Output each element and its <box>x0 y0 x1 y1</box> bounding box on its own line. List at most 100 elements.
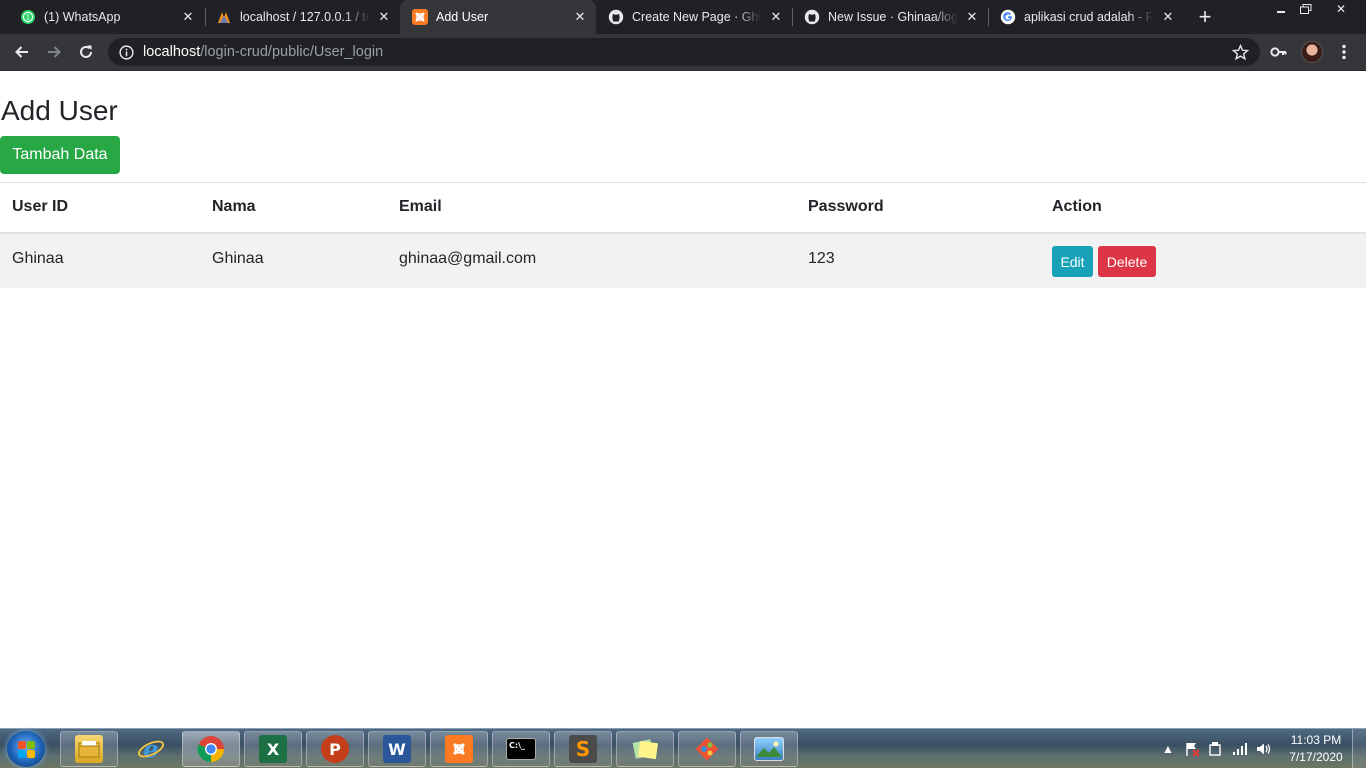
windows-logo-green <box>27 741 35 749</box>
network-signal-icon[interactable] <box>1232 729 1250 768</box>
passwords-key-icon[interactable] <box>1266 39 1292 65</box>
system-clock[interactable]: 11:03 PM 7/17/2020 <box>1285 732 1347 766</box>
column-header-email: Email <box>387 182 796 234</box>
column-header-nama: Nama <box>200 182 387 234</box>
file-explorer-icon <box>75 735 103 763</box>
edit-button[interactable]: Edit <box>1052 246 1093 277</box>
cell-email: ghinaa@gmail.com <box>387 232 796 288</box>
chrome-icon <box>197 735 225 763</box>
device-icon[interactable] <box>1208 729 1224 768</box>
reload-icon[interactable] <box>73 39 99 65</box>
windows-logo-yellow <box>27 750 35 758</box>
close-tab-icon[interactable]: ✕ <box>964 9 980 25</box>
word-icon: W <box>383 735 411 763</box>
users-table: User ID Nama Email Password Action Ghina… <box>0 182 1366 288</box>
address-bar[interactable]: localhost/login-crud/public/User_login <box>108 38 1260 66</box>
taskbar-photo-viewer[interactable] <box>740 731 798 767</box>
taskbar-powerpoint[interactable]: P <box>306 731 364 767</box>
taskbar-internet-explorer[interactable]: e <box>122 731 180 767</box>
taskbar-file-explorer[interactable] <box>60 731 118 767</box>
close-tab-icon[interactable]: ✕ <box>1160 9 1176 25</box>
column-header-user-id: User ID <box>0 182 200 234</box>
windows-logo-red <box>18 741 26 749</box>
close-tab-icon[interactable]: ✕ <box>572 9 588 25</box>
minimize-window-icon[interactable] <box>1270 0 1292 18</box>
action-center-flag-icon[interactable] <box>1184 729 1202 768</box>
taskbar-excel[interactable]: X <box>244 731 302 767</box>
forward-icon[interactable] <box>41 39 67 65</box>
page-title: Add User <box>1 95 118 126</box>
tab-title: (1) WhatsApp <box>44 10 121 24</box>
xampp-icon <box>445 735 473 763</box>
sublime-text-icon: S <box>569 735 597 763</box>
photo-viewer-icon <box>754 737 784 761</box>
new-tab-button[interactable]: + <box>1191 4 1219 30</box>
close-tab-icon[interactable]: ✕ <box>768 9 784 25</box>
column-header-password: Password <box>796 182 1040 234</box>
restore-window-icon[interactable] <box>1294 0 1318 18</box>
cell-user-id: Ghinaa <box>0 232 200 288</box>
whatsapp-icon: 1 <box>20 9 36 25</box>
show-desktop-button[interactable] <box>1352 729 1366 768</box>
github-icon <box>608 9 624 25</box>
taskbar-word[interactable]: W <box>368 731 426 767</box>
taskbar-chrome[interactable] <box>182 731 240 767</box>
tab-google-search[interactable]: aplikasi crud adalah - Pe ✕ <box>988 0 1184 34</box>
svg-text:e: e <box>143 734 158 763</box>
screen: 1 (1) WhatsApp ✕ localhost / 127.0.0.1 /… <box>0 0 1366 768</box>
menu-dots-icon[interactable] <box>1331 39 1357 65</box>
powerpoint-icon: P <box>321 735 349 763</box>
tab-new-issue[interactable]: New Issue · Ghinaa/login ✕ <box>792 0 988 34</box>
cell-actions: Edit Delete <box>1040 232 1366 288</box>
tab-phpmyadmin[interactable]: localhost / 127.0.0.1 / tel ✕ <box>204 0 400 34</box>
tab-add-user[interactable]: Add User ✕ <box>400 0 596 34</box>
browser-toolbar: localhost/login-crud/public/User_login <box>0 34 1366 71</box>
windows-logo-blue <box>18 750 26 758</box>
close-tab-icon[interactable]: ✕ <box>376 9 392 25</box>
column-header-action: Action <box>1040 182 1366 234</box>
url-host: localhost <box>143 44 201 60</box>
tab-title: Create New Page · Ghina <box>632 10 762 24</box>
internet-explorer-icon: e <box>137 734 165 763</box>
taskbar-sticky-notes[interactable] <box>616 731 674 767</box>
table-header-row: User ID Nama Email Password Action <box>0 182 1366 234</box>
tab-strip: 1 (1) WhatsApp ✕ localhost / 127.0.0.1 /… <box>0 0 1366 34</box>
cmd-icon: C:\_ <box>506 738 536 760</box>
taskbar-sublime-text[interactable]: S <box>554 731 612 767</box>
taskbar: e X P W C:\_ S ▲ 11:03 PM 7/17/2020 <box>0 728 1366 768</box>
add-data-button[interactable]: Tambah Data <box>0 136 120 174</box>
tab-whatsapp[interactable]: 1 (1) WhatsApp ✕ <box>8 0 204 34</box>
git-icon <box>693 735 721 763</box>
excel-icon: X <box>259 735 287 763</box>
tab-create-new-page[interactable]: Create New Page · Ghina ✕ <box>596 0 792 34</box>
bookmark-star-icon[interactable] <box>1227 39 1253 65</box>
cell-password: 123 <box>796 232 1040 288</box>
profile-avatar[interactable] <box>1301 41 1323 63</box>
site-info-icon[interactable] <box>118 44 134 60</box>
svg-text:1: 1 <box>26 14 30 22</box>
page-content: Add User Tambah Data User ID Nama Email … <box>0 71 1366 728</box>
volume-icon[interactable] <box>1256 729 1274 768</box>
taskbar-xampp[interactable] <box>430 731 488 767</box>
google-icon <box>1000 9 1016 25</box>
cell-nama: Ghinaa <box>200 232 387 288</box>
tab-title: Add User <box>436 10 489 24</box>
tab-title: New Issue · Ghinaa/login <box>828 10 958 24</box>
delete-button[interactable]: Delete <box>1098 246 1156 277</box>
back-icon[interactable] <box>9 39 35 65</box>
tab-title: localhost / 127.0.0.1 / tel <box>240 10 370 24</box>
url-path: /login-crud/public/User_login <box>200 44 384 60</box>
clock-time: 11:03 PM <box>1290 733 1342 747</box>
taskbar-git[interactable] <box>678 731 736 767</box>
taskbar-cmd[interactable]: C:\_ <box>492 731 550 767</box>
start-button[interactable] <box>7 731 45 767</box>
close-window-icon[interactable]: ✕ <box>1318 0 1364 18</box>
tab-title: aplikasi crud adalah - Pe <box>1024 10 1154 24</box>
show-hidden-icons-icon[interactable]: ▲ <box>1162 729 1174 768</box>
xampp-icon <box>412 9 428 25</box>
sticky-notes-icon <box>631 735 659 763</box>
close-tab-icon[interactable]: ✕ <box>180 9 196 25</box>
phpmyadmin-icon <box>216 9 232 25</box>
github-icon <box>804 9 820 25</box>
table-row: Ghinaa Ghinaa ghinaa@gmail.com 123 Edit D… <box>0 232 1366 288</box>
